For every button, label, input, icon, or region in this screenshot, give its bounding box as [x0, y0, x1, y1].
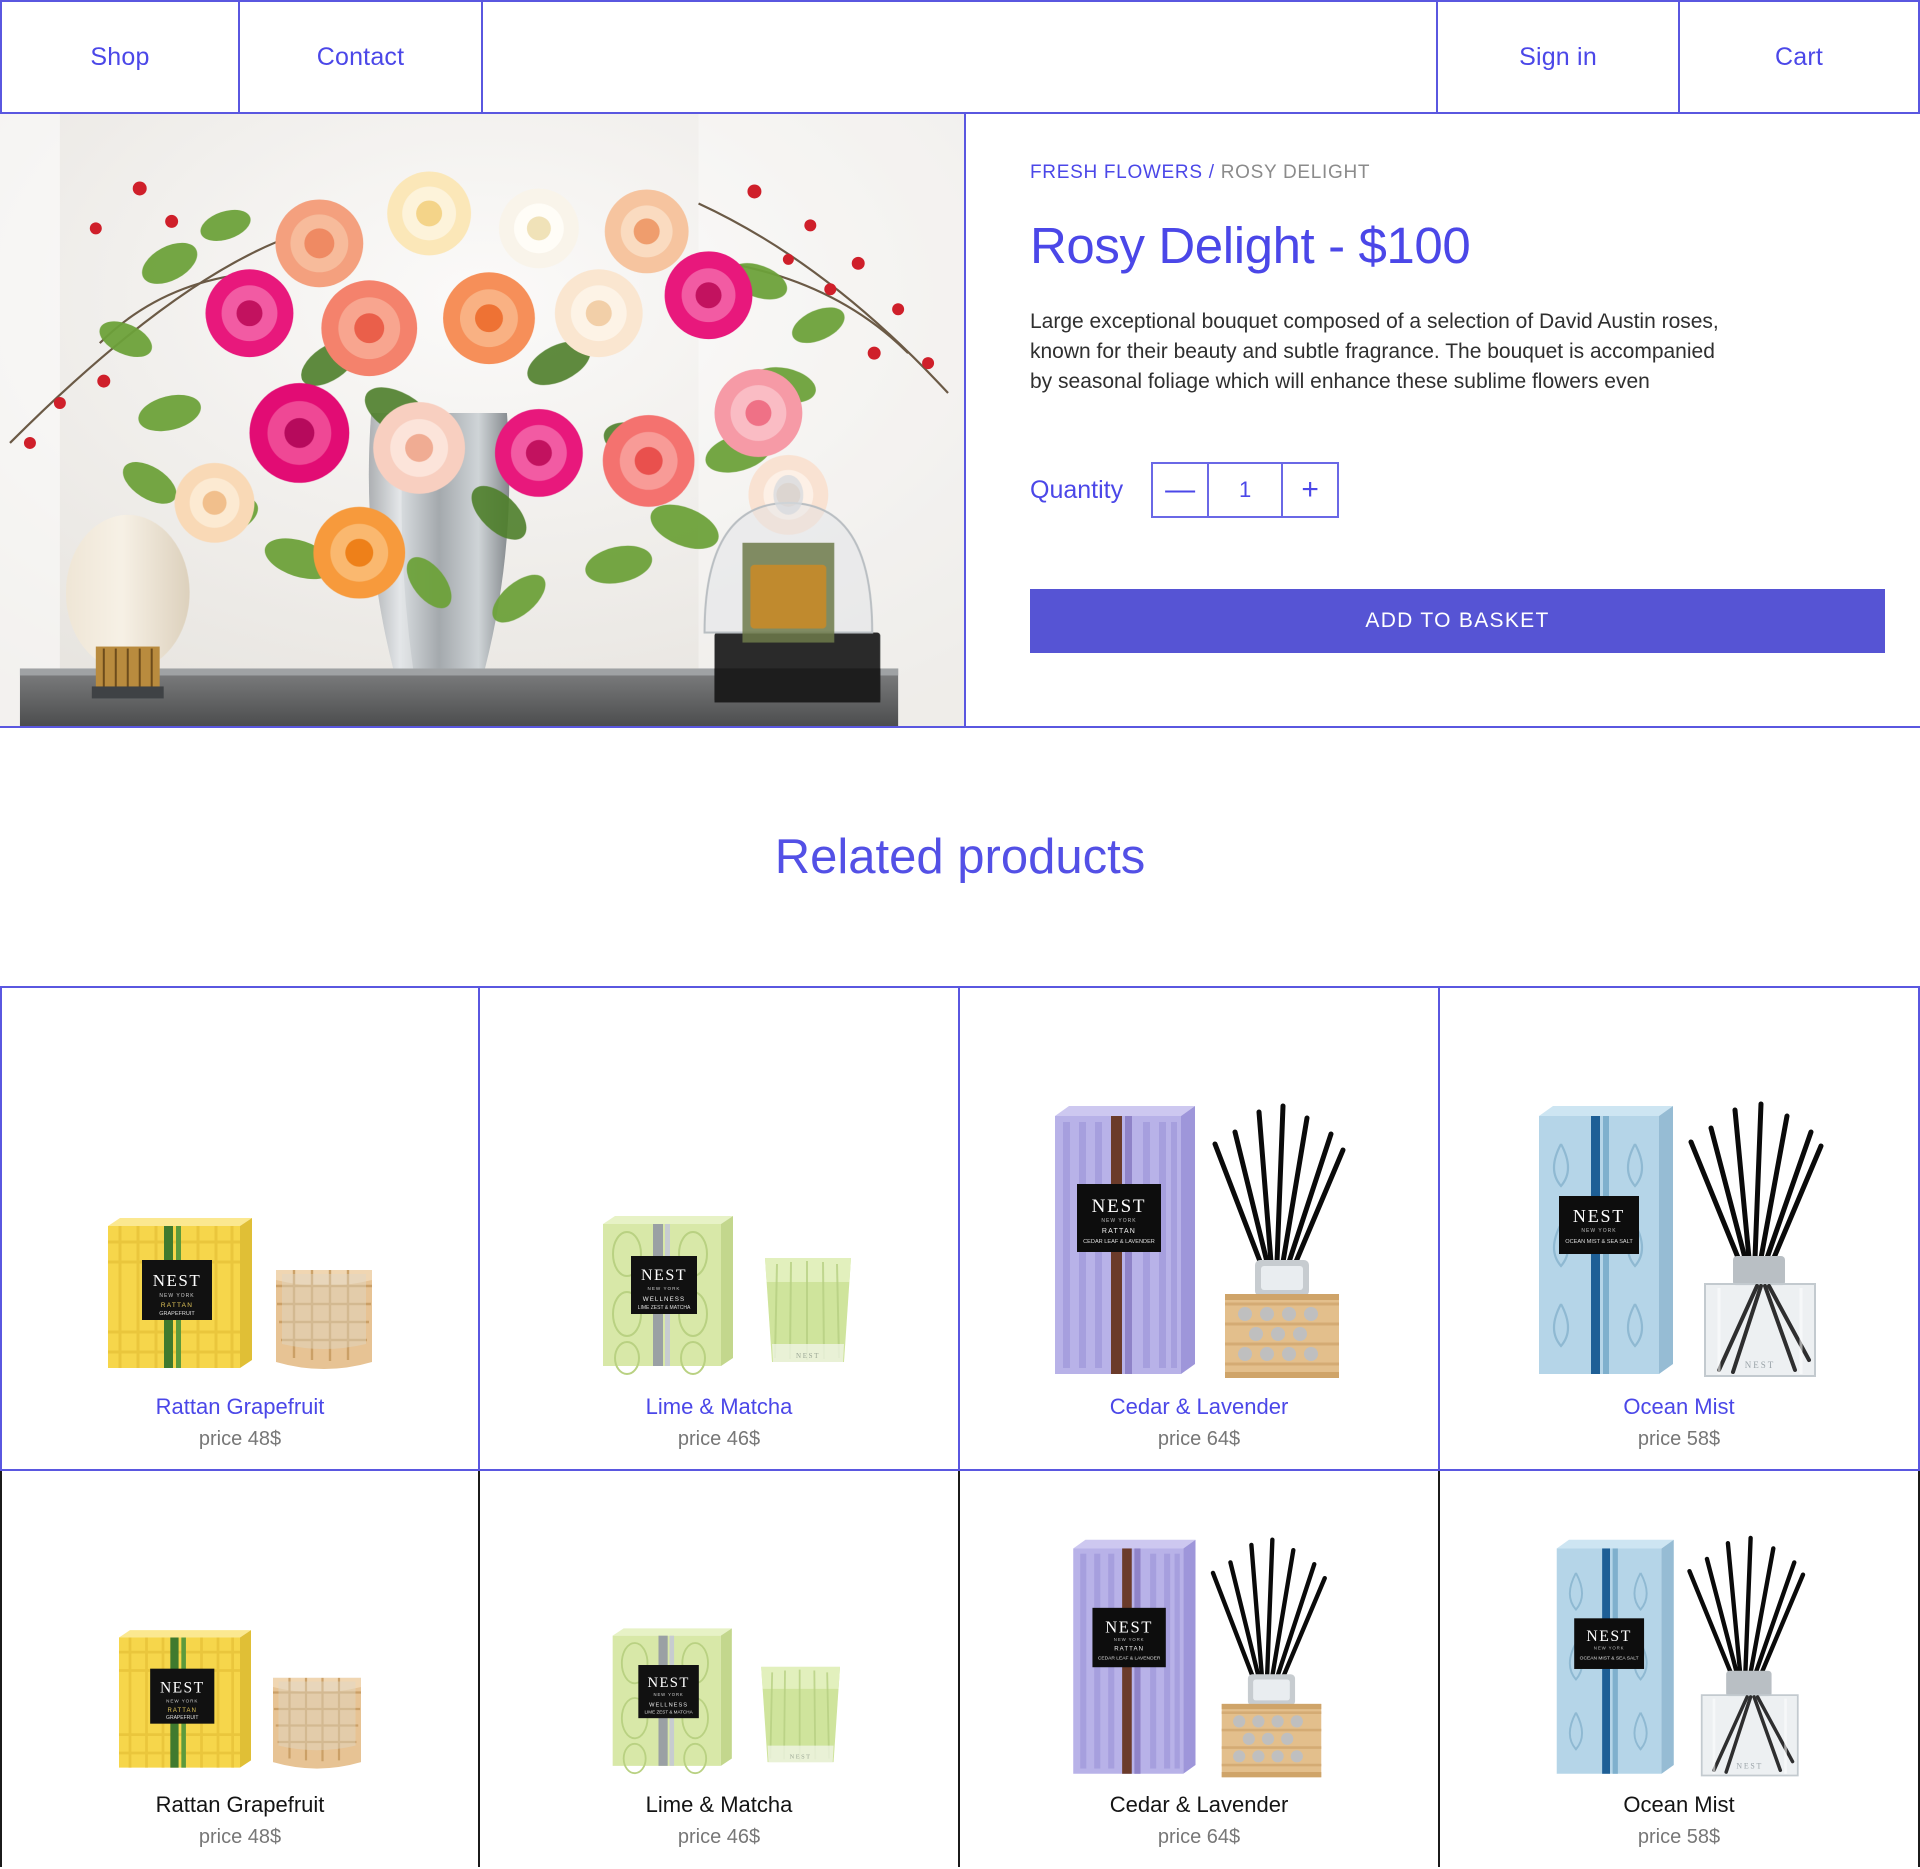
- svg-text:NEST: NEST: [153, 1271, 202, 1290]
- add-to-basket-button[interactable]: ADD TO BASKET: [1030, 589, 1885, 653]
- nav-item-cart[interactable]: Cart: [1680, 2, 1920, 112]
- svg-text:NEST: NEST: [1573, 1206, 1625, 1226]
- breadcrumb-current: ROSY DELIGHT: [1220, 162, 1371, 183]
- svg-text:RATTAN: RATTAN: [1102, 1228, 1136, 1235]
- svg-text:NEW YORK: NEW YORK: [1101, 1218, 1136, 1224]
- svg-text:GRAPEFRUIT: GRAPEFRUIT: [159, 1311, 195, 1317]
- svg-text:NEST: NEST: [790, 1754, 812, 1761]
- nav-item-contact-label: Contact: [316, 42, 405, 71]
- product-card-ocean-mist[interactable]: NEST NEW YORK OCEAN MIST & SEA SALT NEST…: [1440, 1471, 1920, 1867]
- product-thumb-ocean-mist: NEST NEW YORK OCEAN MIST & SEA SALT NEST: [1440, 1471, 1918, 1792]
- product-price: price 58$: [1637, 1826, 1721, 1848]
- product-price: price 64$: [1157, 1428, 1241, 1450]
- nav-item-cart-label: Cart: [1774, 42, 1824, 71]
- svg-text:NEST: NEST: [796, 1352, 820, 1360]
- product-card-rattan-grapefruit[interactable]: NEST NEW YORK RATTAN GRAPEFRUIT Rattan G…: [0, 988, 480, 1471]
- svg-text:LIME ZEST & MATCHA: LIME ZEST & MATCHA: [644, 1710, 693, 1715]
- product-price: price 48$: [198, 1826, 282, 1848]
- svg-text:CEDAR LEAF & LAVENDER: CEDAR LEAF & LAVENDER: [1098, 1655, 1161, 1661]
- product-image: [0, 114, 966, 726]
- product-name: Ocean Mist: [1623, 1792, 1735, 1817]
- page-title: Rosy Delight - $100: [1030, 217, 1471, 274]
- svg-text:NEW YORK: NEW YORK: [159, 1293, 194, 1299]
- related-products-header: Related products: [0, 728, 1920, 988]
- related-products-title: Related products: [774, 830, 1146, 884]
- svg-text:NEST: NEST: [1105, 1617, 1153, 1636]
- product-thumb-ocean-mist: NEST NEW YORK OCEAN MIST & SEA SALT NEST: [1440, 988, 1918, 1394]
- svg-text:NEW YORK: NEW YORK: [648, 1286, 681, 1291]
- svg-text:NEW YORK: NEW YORK: [1581, 1228, 1616, 1234]
- breadcrumb: FRESH FLOWERS / ROSY DELIGHT: [1030, 162, 1860, 184]
- product-price: price 46$: [677, 1826, 761, 1848]
- product-thumb-lime-matcha: NEST NEW YORK WELLNESS LIME ZEST & MATCH…: [480, 988, 958, 1394]
- nav-item-shop[interactable]: Shop: [0, 2, 240, 112]
- quantity-value[interactable]: 1: [1209, 462, 1282, 518]
- related-products-row-1: NEST NEW YORK RATTAN GRAPEFRUIT Rattan G…: [0, 988, 1920, 1471]
- stepper-control: — 1 +: [1151, 462, 1340, 518]
- svg-text:NEST: NEST: [1736, 1762, 1763, 1771]
- svg-text:NEST: NEST: [641, 1267, 687, 1284]
- product-name: Rattan Grapefruit: [155, 1394, 325, 1419]
- product-hero: FRESH FLOWERS / ROSY DELIGHT Rosy Deligh…: [0, 114, 1920, 728]
- product-name: Cedar & Lavender: [1109, 1792, 1289, 1817]
- product-page: Shop Contact Sign in Cart FRESH FLOWERS …: [0, 0, 1920, 1869]
- related-products-row-2: NEST NEW YORK RATTAN GRAPEFRUIT Rattan G…: [0, 1471, 1920, 1867]
- svg-text:NEST: NEST: [1745, 1360, 1776, 1370]
- product-card-ocean-mist[interactable]: NEST NEW YORK OCEAN MIST & SEA SALT NEST…: [1440, 988, 1920, 1471]
- svg-text:WELLNESS: WELLNESS: [649, 1702, 688, 1708]
- product-thumb-cedar-lavender: NEST NEW YORK RATTAN CEDAR LEAF & LAVEND…: [960, 1471, 1438, 1792]
- svg-text:OCEAN MIST & SEA SALT: OCEAN MIST & SEA SALT: [1580, 1655, 1639, 1661]
- product-card-cedar-lavender[interactable]: NEST NEW YORK RATTAN CEDAR LEAF & LAVEND…: [960, 1471, 1440, 1867]
- nav-item-signin[interactable]: Sign in: [1438, 2, 1680, 112]
- product-price: price 48$: [198, 1428, 282, 1450]
- svg-text:NEW YORK: NEW YORK: [1114, 1637, 1145, 1642]
- product-name: Rattan Grapefruit: [155, 1792, 325, 1817]
- product-name: Cedar & Lavender: [1109, 1394, 1289, 1419]
- svg-text:NEST: NEST: [1586, 1628, 1632, 1645]
- svg-text:RATTAN: RATTAN: [161, 1302, 193, 1309]
- svg-text:RATTAN: RATTAN: [168, 1708, 197, 1714]
- product-price: price 64$: [1157, 1826, 1241, 1848]
- breadcrumb-separator: /: [1208, 162, 1215, 183]
- nav-item-contact[interactable]: Contact: [240, 2, 483, 112]
- svg-text:NEW YORK: NEW YORK: [654, 1692, 684, 1697]
- product-info: FRESH FLOWERS / ROSY DELIGHT Rosy Deligh…: [966, 114, 1920, 726]
- product-card-lime-matcha[interactable]: NEST NEW YORK WELLNESS LIME ZEST & MATCH…: [480, 988, 960, 1471]
- nav-spacer: [483, 2, 1438, 112]
- svg-text:LIME ZEST & MATCHA: LIME ZEST & MATCHA: [638, 1305, 691, 1311]
- product-thumb-rattan-grapefruit: NEST NEW YORK RATTAN GRAPEFRUIT: [2, 988, 478, 1394]
- product-name: Lime & Matcha: [645, 1394, 793, 1419]
- quantity-increment-button[interactable]: +: [1281, 462, 1340, 518]
- svg-text:NEW YORK: NEW YORK: [166, 1699, 198, 1704]
- product-description: Large exceptional bouquet composed of a …: [1030, 310, 1719, 393]
- svg-text:OCEAN MIST & SEA SALT: OCEAN MIST & SEA SALT: [1565, 1239, 1633, 1245]
- svg-text:NEST: NEST: [1092, 1196, 1147, 1217]
- product-card-lime-matcha[interactable]: NEST NEW YORK WELLNESS LIME ZEST & MATCH…: [480, 1471, 960, 1867]
- svg-text:NEST: NEST: [160, 1680, 204, 1697]
- product-price: price 58$: [1637, 1428, 1721, 1450]
- svg-text:RATTAN: RATTAN: [1114, 1646, 1144, 1653]
- product-card-cedar-lavender[interactable]: NEST NEW YORK RATTAN CEDAR LEAF & LAVEND…: [960, 988, 1440, 1471]
- breadcrumb-category[interactable]: FRESH FLOWERS: [1030, 162, 1203, 183]
- nav-item-shop-label: Shop: [90, 42, 150, 71]
- svg-text:NEW YORK: NEW YORK: [1594, 1646, 1625, 1651]
- svg-text:CEDAR LEAF & LAVENDER: CEDAR LEAF & LAVENDER: [1083, 1239, 1155, 1245]
- product-name: Ocean Mist: [1623, 1394, 1735, 1419]
- quantity-label: Quantity: [1030, 475, 1124, 504]
- product-thumb-lime-matcha: NEST NEW YORK WELLNESS LIME ZEST & MATCH…: [480, 1471, 958, 1792]
- nav-item-signin-label: Sign in: [1519, 42, 1597, 71]
- product-thumb-cedar-lavender: NEST NEW YORK RATTAN CEDAR LEAF & LAVEND…: [960, 988, 1438, 1394]
- top-navigation: Shop Contact Sign in Cart: [0, 0, 1920, 114]
- svg-text:WELLNESS: WELLNESS: [643, 1296, 686, 1303]
- quantity-stepper: Quantity — 1 +: [1030, 462, 1340, 518]
- product-price: price 46$: [677, 1428, 761, 1450]
- svg-text:GRAPEFRUIT: GRAPEFRUIT: [166, 1715, 198, 1721]
- quantity-decrement-button[interactable]: —: [1151, 462, 1210, 518]
- product-thumb-rattan-grapefruit: NEST NEW YORK RATTAN GRAPEFRUIT: [2, 1471, 478, 1792]
- product-card-rattan-grapefruit[interactable]: NEST NEW YORK RATTAN GRAPEFRUIT Rattan G…: [0, 1471, 480, 1867]
- svg-text:NEST: NEST: [648, 1675, 690, 1691]
- product-name: Lime & Matcha: [645, 1792, 793, 1817]
